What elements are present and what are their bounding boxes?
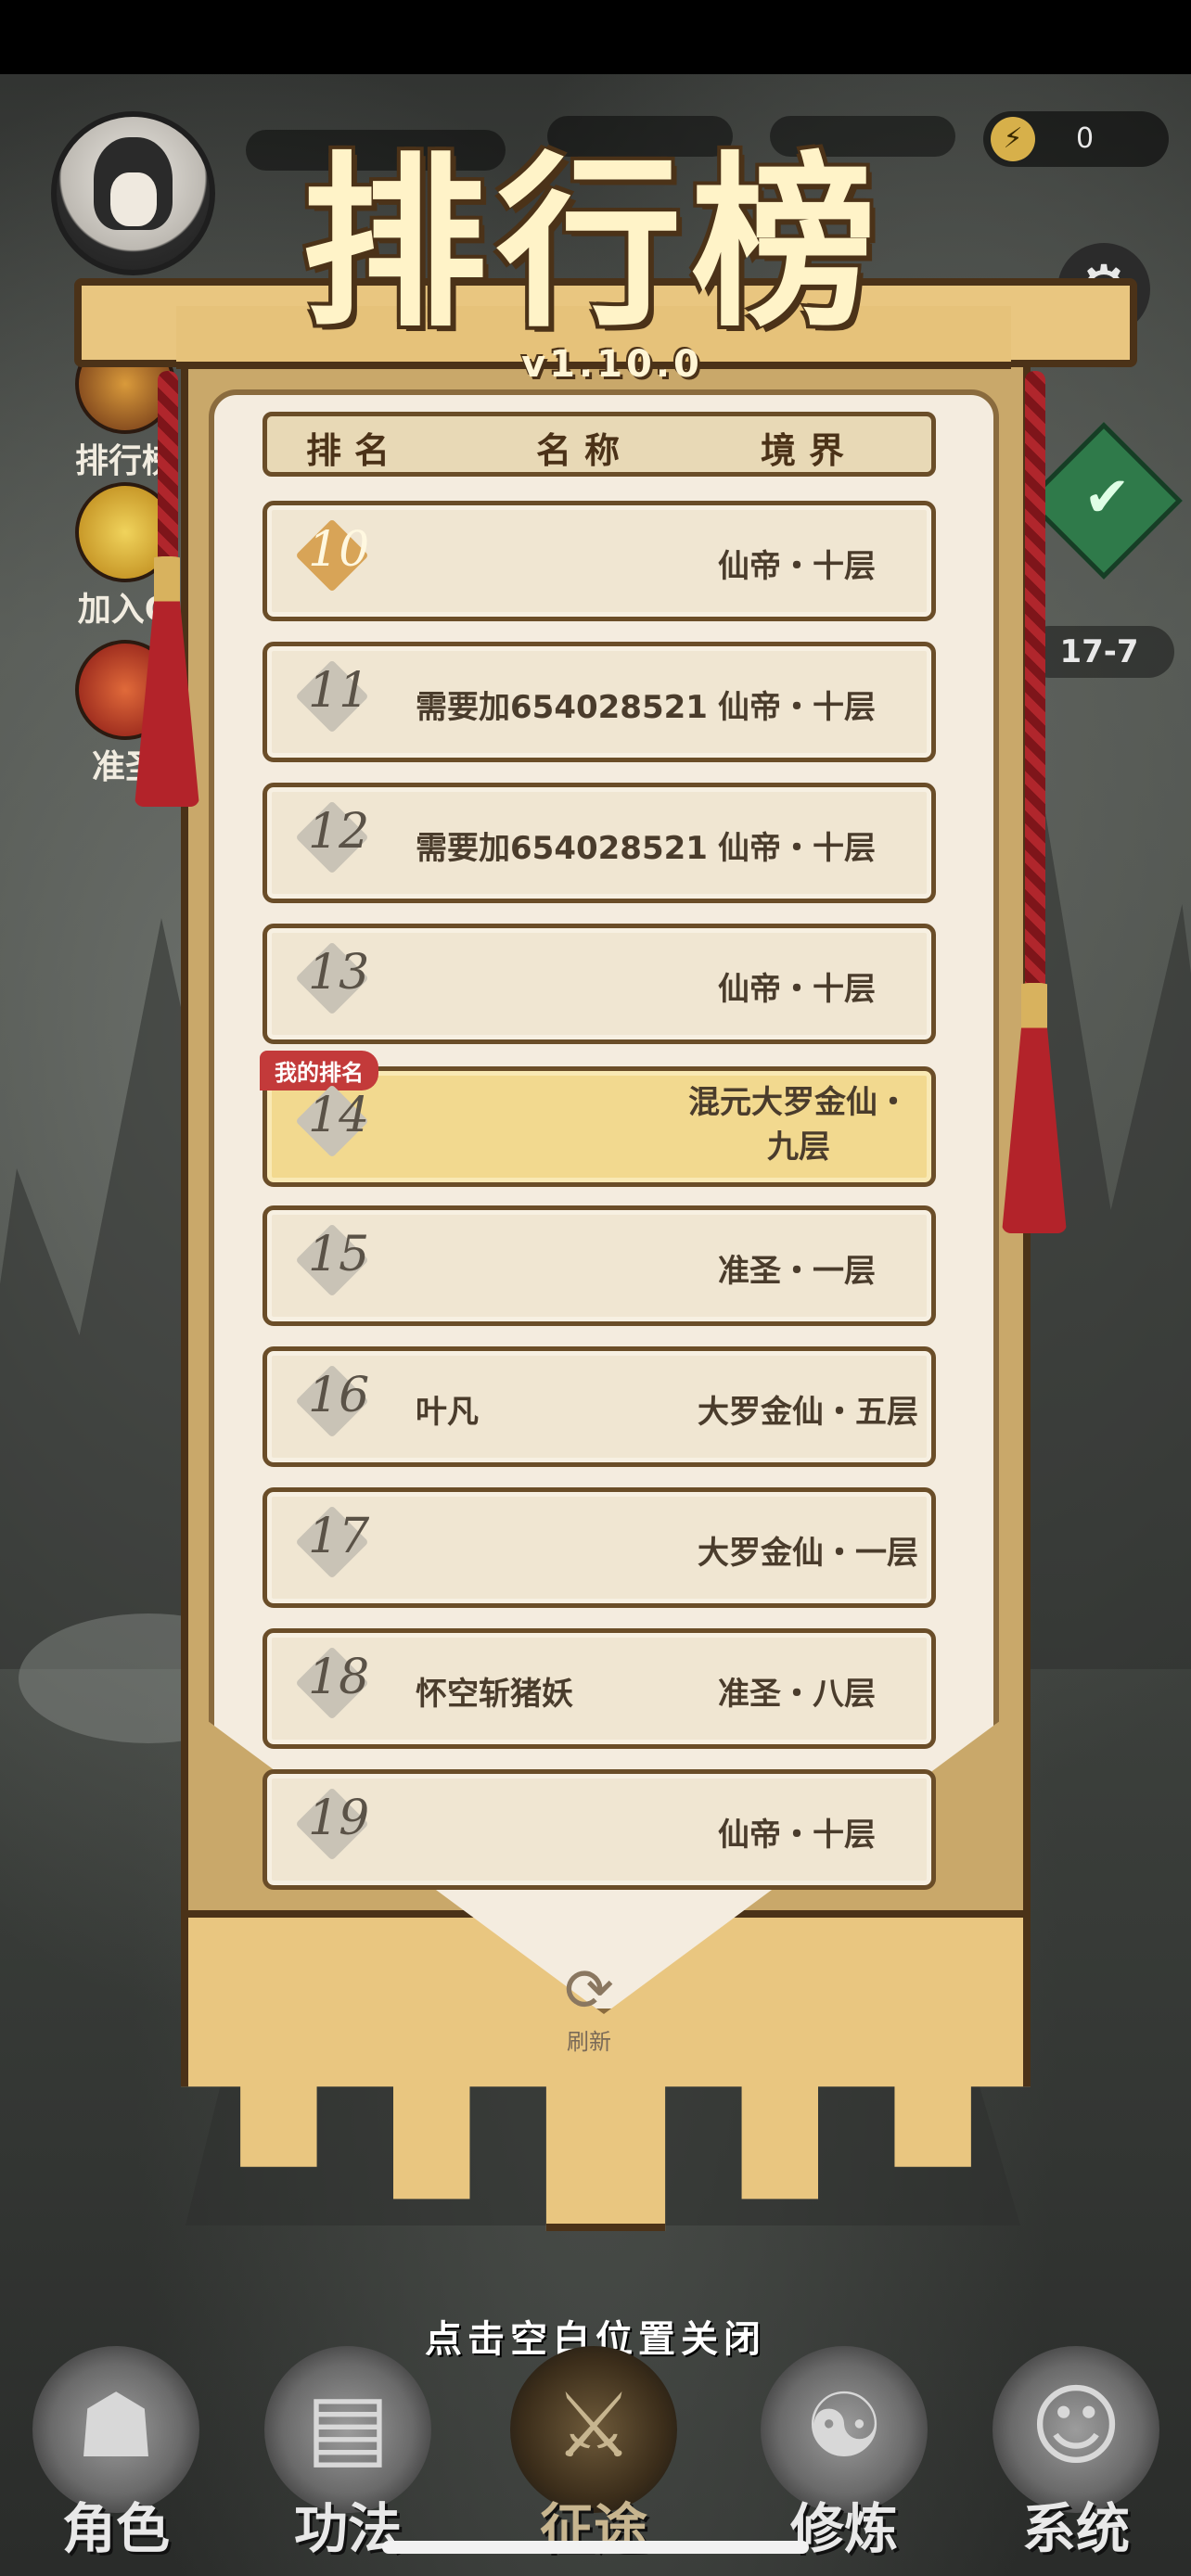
status-bar <box>0 0 1191 74</box>
meditate-icon: ☯ <box>803 2374 885 2478</box>
sword-icon: ⚔ <box>553 2374 634 2478</box>
column-realm: 境界 <box>761 429 858 471</box>
table-row[interactable]: 17 大罗金仙・一层 <box>263 1487 936 1608</box>
realm-level: 仙帝・十层 <box>718 1817 876 1854</box>
table-row[interactable]: 13 仙帝・十层 <box>263 924 936 1044</box>
rank-number: 18 <box>308 1650 370 1705</box>
nav-journey[interactable]: ⚔ 征途 <box>501 2337 686 2560</box>
table-row[interactable]: 10 仙帝・十层 <box>263 501 936 621</box>
rank-number: 10 <box>308 522 370 578</box>
table-row[interactable]: 12 需要加654028521 仙帝・十层 <box>263 783 936 903</box>
player-name: 怀空斩猪妖 <box>416 1676 573 1713</box>
table-row-my-rank[interactable]: 我的排名 14 混元大罗金仙・九层 <box>260 1051 936 1187</box>
table-row[interactable]: 18 怀空斩猪妖 准圣・八层 <box>263 1628 936 1749</box>
rank-number: 16 <box>308 1368 370 1423</box>
rank-number: 19 <box>308 1791 370 1846</box>
nav-label: 系统 <box>1021 2497 1130 2560</box>
realm-level: 仙帝・十层 <box>718 548 876 585</box>
rank-number: 17 <box>308 1509 370 1564</box>
nav-skills[interactable]: ▤ 功法 <box>255 2337 441 2560</box>
player-name: 叶凡 <box>416 1394 479 1431</box>
realm-level: 大罗金仙・五层 <box>698 1394 918 1431</box>
system-icon: ☺ <box>1029 2374 1123 2478</box>
realm-level: 仙帝・十层 <box>718 830 876 867</box>
home-indicator[interactable] <box>382 2541 809 2554</box>
book-icon: ▤ <box>305 2374 391 2478</box>
table-row[interactable]: 15 准圣・一层 <box>263 1205 936 1326</box>
realm-level: 仙帝・十层 <box>718 689 876 726</box>
realm-level: 大罗金仙・一层 <box>698 1535 918 1572</box>
player-avatar[interactable] <box>51 111 215 275</box>
realm-level: 准圣・一层 <box>718 1253 876 1290</box>
column-rank: 排名 <box>306 429 403 471</box>
table-header: 排名 名称 境界 <box>263 412 936 477</box>
table-row[interactable]: 19 仙帝・十层 <box>263 1769 936 1890</box>
rank-number: 11 <box>308 663 370 719</box>
nav-character[interactable]: ☗ 角色 <box>23 2337 209 2560</box>
refresh-label: 刷新 <box>567 2029 611 2055</box>
lightning-icon: ⚡ <box>991 117 1035 161</box>
column-name: 名称 <box>536 429 634 471</box>
table-row[interactable]: 11 需要加654028521 仙帝・十层 <box>263 642 936 762</box>
realm-level: 仙帝・十层 <box>718 971 876 1008</box>
nav-cultivate[interactable]: ☯ 修炼 <box>751 2337 937 2560</box>
my-rank-badge: 我的排名 <box>260 1051 378 1090</box>
realm-level: 准圣・八层 <box>718 1676 876 1713</box>
page-title: 排行榜 <box>301 134 886 352</box>
stage-indicator-right: 17-7 <box>1024 626 1174 678</box>
refresh-icon: ⟳ <box>564 1957 614 2025</box>
character-icon: ☗ <box>75 2374 157 2478</box>
energy-counter[interactable]: ⚡ 0 <box>983 111 1169 167</box>
nav-system[interactable]: ☺ 系统 <box>983 2337 1169 2560</box>
rank-number: 15 <box>308 1227 370 1282</box>
rank-number: 14 <box>308 1088 370 1143</box>
rank-number: 12 <box>308 804 370 860</box>
energy-value: 0 <box>1076 122 1095 155</box>
right-rope <box>1025 371 1045 1020</box>
table-row[interactable]: 16 叶凡 大罗金仙・五层 <box>263 1346 936 1467</box>
nav-label: 角色 <box>61 2497 170 2560</box>
refresh-button[interactable]: ⟳ 刷新 <box>552 1958 626 2056</box>
version-label: v1.10.0 <box>521 343 703 386</box>
realm-level: 混元大罗金仙・九层 <box>688 1084 909 1166</box>
rank-number: 13 <box>308 945 370 1001</box>
